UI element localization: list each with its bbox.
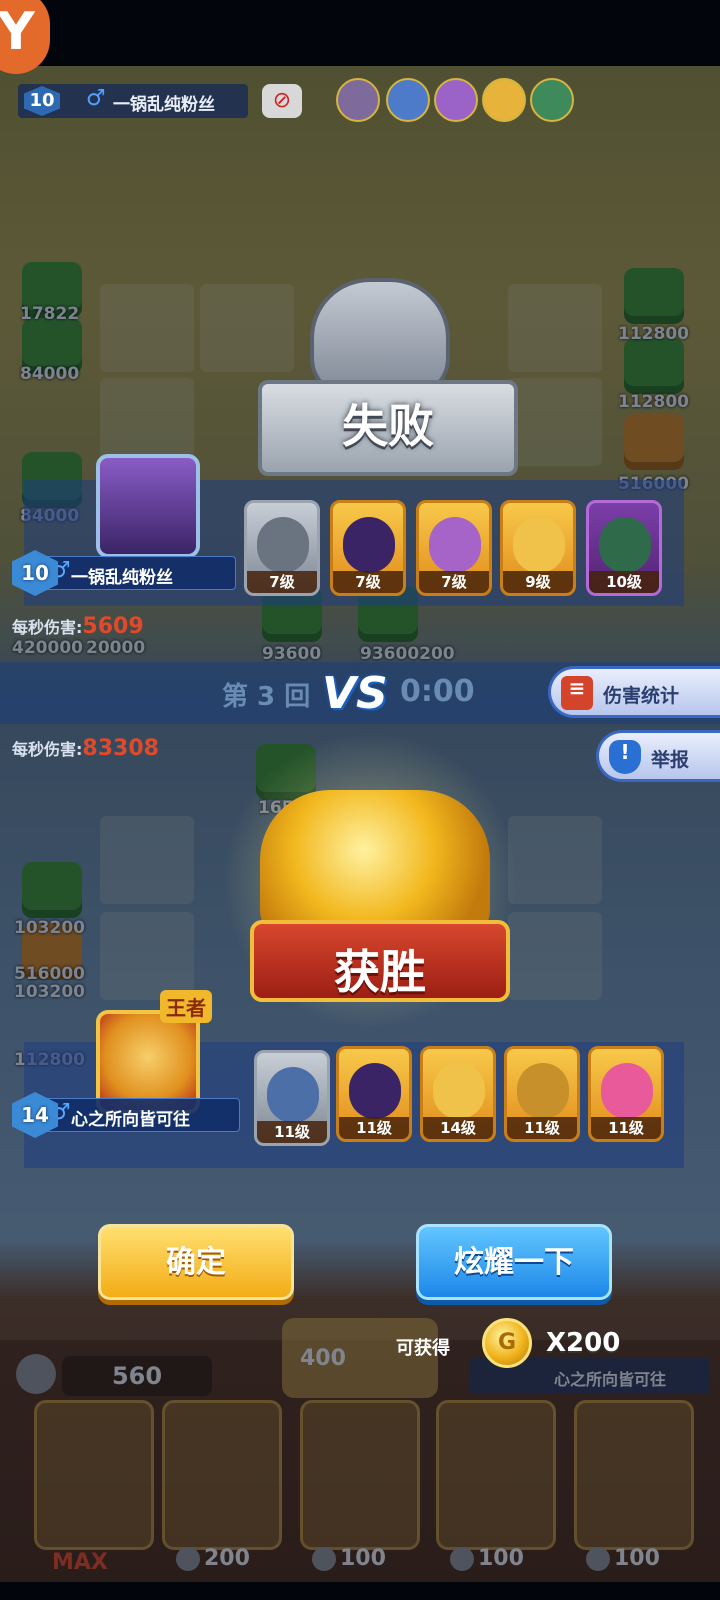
hero-level: 11级 <box>507 1117 577 1139</box>
hero-level: 11级 <box>339 1117 409 1139</box>
defeat-player-avatar <box>96 454 200 558</box>
defeat-player-namebar: ♂ 一锅乱纯粉丝 <box>38 556 236 590</box>
victory-hero-4: 11级 <box>504 1046 580 1142</box>
confirm-button[interactable]: 确定 <box>98 1224 294 1300</box>
king-title-badge: 王者 <box>160 990 212 1023</box>
dps-label: 每秒伤害: <box>12 740 83 759</box>
player-level-badge: 10 <box>24 86 60 116</box>
victory-hero-2: 11级 <box>336 1046 412 1142</box>
vs-label: VS <box>322 668 388 719</box>
shield-icon: ! <box>609 740 641 774</box>
king-hero-icon <box>433 1063 485 1119</box>
hero-level: 7级 <box>419 571 489 593</box>
mage-hero-icon <box>349 1063 401 1119</box>
ghost-hero-icon <box>599 517 651 573</box>
list-icon: ≡ <box>561 676 593 710</box>
mute-button[interactable]: ⊘ <box>262 84 302 118</box>
round-timer: 0:00 <box>400 674 475 709</box>
gold-coin-icon: G <box>482 1318 532 1368</box>
hero-level: 7级 <box>247 571 317 593</box>
defeat-hero-3: 7级 <box>416 500 492 596</box>
knight-hero-icon <box>257 517 309 573</box>
defeat-dps: 每秒伤害:5609 <box>12 614 144 639</box>
victory-player-namebar: ♂ 心之所向皆可往 <box>38 1098 240 1132</box>
hero-level: 14级 <box>423 1117 493 1139</box>
hero-level: 11级 <box>257 1121 327 1143</box>
fairy-hero-icon <box>434 78 478 122</box>
bird-hero-icon <box>386 78 430 122</box>
victory-title: 获胜 <box>334 945 426 999</box>
victory-hero-1: 11级 <box>254 1050 330 1146</box>
victory-dps: 每秒伤害:83308 <box>12 736 159 761</box>
report-label: 举报 <box>651 749 690 771</box>
reward-label: 可获得 <box>396 1338 450 1359</box>
damage-stats-label: 伤害统计 <box>603 685 680 707</box>
king-hero-icon <box>482 78 526 122</box>
share-button[interactable]: 炫耀一下 <box>416 1224 612 1300</box>
victory-player-name: 心之所向皆可往 <box>71 1110 190 1130</box>
hero-level: 9级 <box>503 571 573 593</box>
gangster-hero-icon <box>267 1067 319 1123</box>
dps-value: 5609 <box>82 614 144 639</box>
reward-amount: X200 <box>546 1328 621 1358</box>
victory-hero-5: 11级 <box>588 1046 664 1142</box>
defeat-hero-4: 9级 <box>500 500 576 596</box>
male-icon: ♂ <box>86 86 106 111</box>
defeat-hero-1: 7级 <box>244 500 320 596</box>
ghost-hero-icon <box>530 78 574 122</box>
victory-hero-3: 14级 <box>420 1046 496 1142</box>
fairy-hero-icon <box>429 517 481 573</box>
hero-level: 11级 <box>591 1117 661 1139</box>
knight-hero-icon <box>336 78 380 122</box>
round-label: 第 3 回 <box>222 682 311 712</box>
hero-level: 7级 <box>333 571 403 593</box>
dps-label: 每秒伤害: <box>12 618 83 637</box>
defeat-title: 失败 <box>342 399 434 453</box>
wood-hero-icon <box>517 1063 569 1119</box>
defeat-hero-5: 10级 <box>586 500 662 596</box>
player-name: 一锅乱纯粉丝 <box>113 95 215 115</box>
report-button[interactable]: ! 举报 <box>596 730 720 782</box>
mage-hero-icon <box>343 517 395 573</box>
king-hero-icon <box>513 517 565 573</box>
damage-stats-button[interactable]: ≡ 伤害统计 <box>548 666 720 718</box>
dps-value: 83308 <box>82 736 159 761</box>
trophy-icon <box>260 790 490 940</box>
top-player-bar: 10 ♂ 一锅乱纯粉丝 <box>18 84 248 118</box>
defeat-player-name: 一锅乱纯粉丝 <box>71 568 173 588</box>
hero-level: 10级 <box>589 571 659 593</box>
defeat-hero-2: 7级 <box>330 500 406 596</box>
clown-hero-icon <box>601 1063 653 1119</box>
